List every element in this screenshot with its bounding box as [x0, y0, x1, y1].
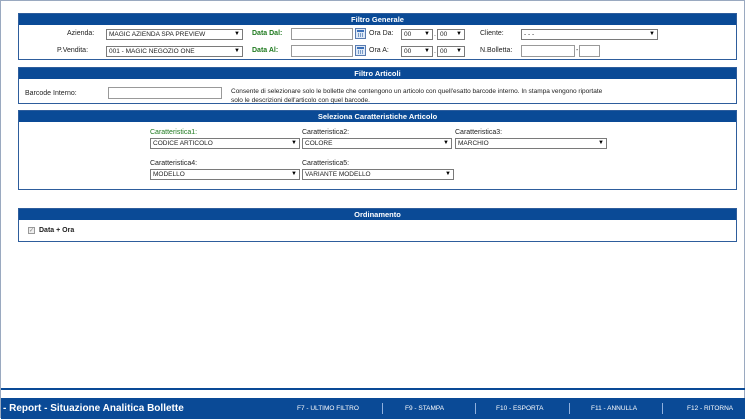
caratteristica3-label: Caratteristica3: — [455, 129, 503, 136]
caratteristica5-value: VARIANTE MODELLO — [305, 171, 371, 178]
caratteristica4-label: Caratteristica4: — [150, 160, 198, 167]
ordinamento-title: Ordinamento — [19, 209, 736, 220]
data-ora-checkbox[interactable]: ✓ — [28, 227, 35, 234]
chevron-down-icon: ▼ — [424, 31, 430, 37]
footer-top-line — [1, 388, 745, 390]
chevron-down-icon: ▼ — [598, 140, 604, 146]
ora-a-minute-select[interactable]: 00 ▼ — [437, 46, 465, 57]
caratteristica1-select[interactable]: CODICE ARTICOLO ▼ — [150, 138, 300, 149]
nbolletta-to-input[interactable] — [579, 45, 600, 57]
caratteristica2-label: Caratteristica2: — [302, 129, 350, 136]
filtro-articoli-title: Filtro Articoli — [19, 68, 736, 79]
chevron-down-icon: ▼ — [424, 48, 430, 54]
chevron-down-icon: ▼ — [291, 171, 297, 177]
caratteristica4-select[interactable]: MODELLO ▼ — [150, 169, 300, 180]
footer-divider — [569, 403, 570, 414]
ora-da-minute-value: 00 — [440, 31, 448, 38]
pvendita-value: 001 - MAGIC NEGOZIO ONE — [109, 48, 195, 55]
cliente-label: Cliente: — [480, 30, 504, 37]
ordinamento-panel: Ordinamento ✓ Data + Ora — [18, 208, 737, 242]
footer-divider — [382, 403, 383, 414]
ora-da-label: Ora Da: — [369, 30, 394, 37]
footer-bar: - Report - Situazione Analitica Bollette… — [1, 398, 745, 419]
caratteristica5-label: Caratteristica5: — [302, 160, 350, 167]
azienda-label: Azienda: — [67, 30, 95, 37]
chevron-down-icon: ▼ — [456, 31, 462, 37]
chevron-down-icon: ▼ — [649, 31, 655, 37]
caratteristica3-value: MARCHIO — [458, 140, 489, 147]
pvendita-select[interactable]: 001 - MAGIC NEGOZIO ONE ▼ — [106, 46, 243, 57]
f9-stampa-button[interactable]: F9 - STAMPA — [405, 398, 444, 419]
time-separator: . — [434, 31, 436, 38]
caratteristica1-value: CODICE ARTICOLO — [153, 140, 213, 147]
azienda-value: MAGIC AZIENDA SPA PREVIEW — [109, 31, 206, 38]
caratteristica2-value: COLORE — [305, 140, 333, 147]
chevron-down-icon: ▼ — [291, 140, 297, 146]
caratteristica2-select[interactable]: COLORE ▼ — [302, 138, 452, 149]
caratteristiche-panel: Seleziona Caratteristiche Articolo Carat… — [18, 110, 737, 190]
barcode-input[interactable] — [108, 87, 222, 99]
nbolletta-separator: - — [576, 47, 579, 54]
data-al-input[interactable] — [291, 45, 353, 57]
time-separator: . — [434, 48, 436, 55]
filtro-generale-panel: Filtro Generale Azienda: MAGIC AZIENDA S… — [18, 13, 737, 60]
chevron-down-icon: ▼ — [443, 140, 449, 146]
f10-esporta-button[interactable]: F10 - ESPORTA — [496, 398, 543, 419]
pvendita-label: P.Vendita: — [57, 47, 89, 54]
barcode-description: Consente di selezionare solo le bollette… — [231, 88, 603, 104]
azienda-select[interactable]: MAGIC AZIENDA SPA PREVIEW ▼ — [106, 29, 243, 40]
f12-ritorna-button[interactable]: F12 - RITORNA — [687, 398, 733, 419]
ora-a-label: Ora A: — [369, 47, 389, 54]
chevron-down-icon: ▼ — [445, 171, 451, 177]
filtro-generale-title: Filtro Generale — [19, 14, 736, 25]
ora-da-hour-value: 00 — [404, 31, 412, 38]
data-dal-label: Data Dal: — [252, 30, 283, 37]
caratteristiche-title: Seleziona Caratteristiche Articolo — [19, 111, 736, 122]
ora-da-minute-select[interactable]: 00 ▼ — [437, 29, 465, 40]
report-title: - Report - Situazione Analitica Bollette — [3, 403, 184, 414]
caratteristica3-select[interactable]: MARCHIO ▼ — [455, 138, 607, 149]
footer-divider — [475, 403, 476, 414]
f11-annulla-button[interactable]: F11 - ANNULLA — [591, 398, 637, 419]
chevron-down-icon: ▼ — [234, 48, 240, 54]
caratteristica4-value: MODELLO — [153, 171, 185, 178]
data-ora-label: Data + Ora — [39, 227, 75, 234]
data-al-label: Data Al: — [252, 47, 279, 54]
calendar-icon[interactable] — [355, 28, 366, 39]
data-dal-input[interactable] — [291, 28, 353, 40]
ora-a-hour-select[interactable]: 00 ▼ — [401, 46, 433, 57]
nbolletta-from-input[interactable] — [521, 45, 575, 57]
ora-a-minute-value: 00 — [440, 48, 448, 55]
caratteristica5-select[interactable]: VARIANTE MODELLO ▼ — [302, 169, 454, 180]
cliente-select[interactable]: - - - ▼ — [521, 29, 658, 40]
ora-a-hour-value: 00 — [404, 48, 412, 55]
barcode-label: Barcode Interno: — [25, 90, 77, 97]
f7-ultimo-filtro-button[interactable]: F7 - ULTIMO FILTRO — [297, 398, 359, 419]
ora-da-hour-select[interactable]: 00 ▼ — [401, 29, 433, 40]
cliente-value: - - - — [524, 31, 535, 38]
footer-divider — [662, 403, 663, 414]
chevron-down-icon: ▼ — [456, 48, 462, 54]
caratteristica1-label: Caratteristica1: — [150, 129, 198, 136]
calendar-icon[interactable] — [355, 45, 366, 56]
filtro-articoli-panel: Filtro Articoli Barcode Interno: Consent… — [18, 67, 737, 104]
chevron-down-icon: ▼ — [234, 31, 240, 37]
nbolletta-label: N.Bolletta: — [480, 47, 513, 54]
report-window: Filtro Generale Azienda: MAGIC AZIENDA S… — [0, 0, 745, 419]
